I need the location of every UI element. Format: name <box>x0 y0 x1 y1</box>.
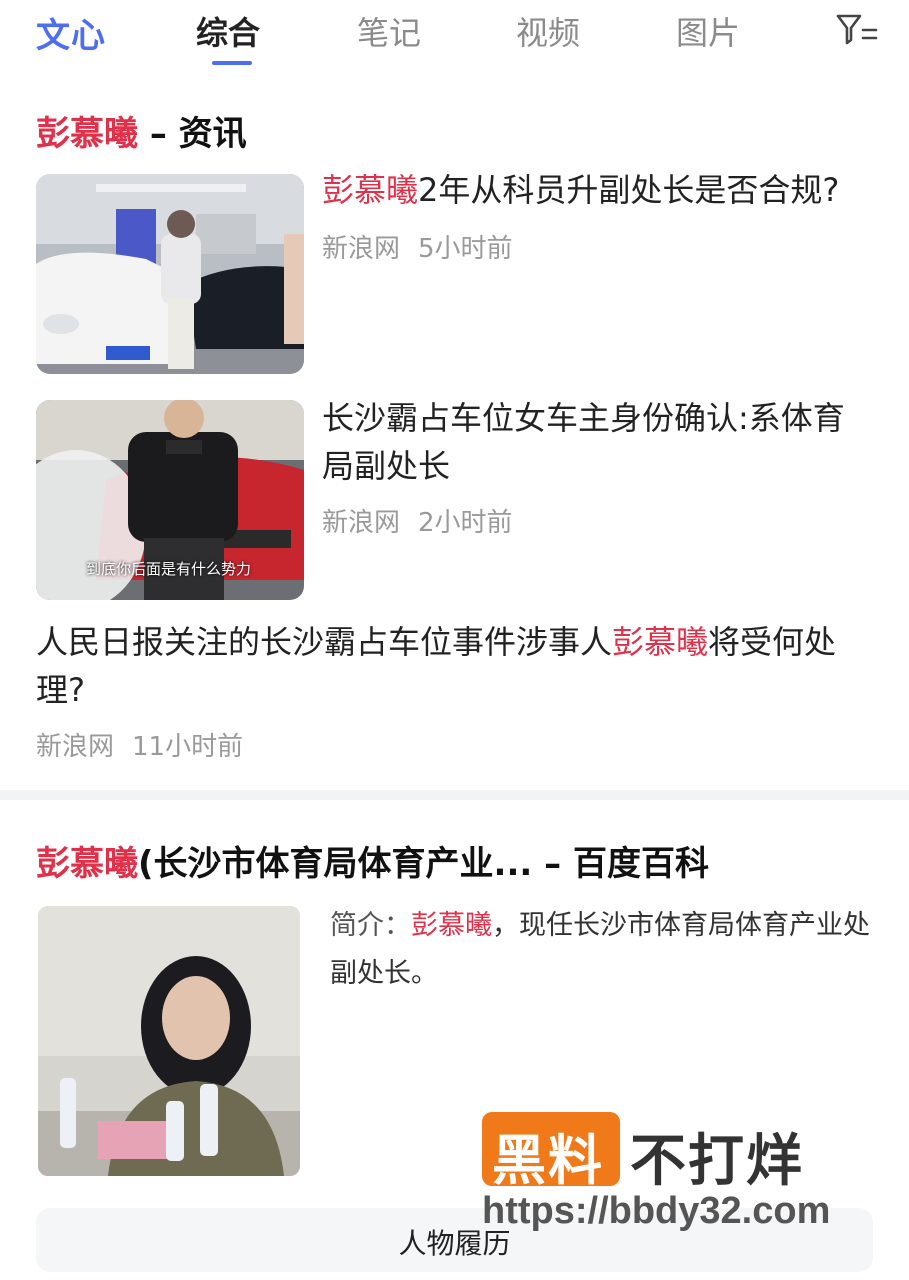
title-rest: (长沙市体育局体育产业... – 百度百科 <box>138 844 709 884</box>
section-divider <box>0 790 909 800</box>
active-tab-indicator <box>212 61 252 65</box>
parking-garage-photo <box>36 174 304 374</box>
news-meta-2: 新浪网 2小时前 <box>322 502 513 539</box>
title-highlight: 彭慕曦 <box>612 623 709 661</box>
news-source: 新浪网 <box>322 234 401 264</box>
watermark-logo: 黑料 不打烊 <box>482 1112 882 1194</box>
title-rest: 2年从科员升副处长是否合规? <box>418 171 840 209</box>
tab-video[interactable]: 视频 <box>516 8 580 54</box>
tab-images[interactable]: 图片 <box>676 8 740 54</box>
news-source: 新浪网 <box>322 508 401 538</box>
watermark-text: 不打烊 <box>630 1129 804 1194</box>
wenxin-logo[interactable]: 文心 <box>36 8 106 57</box>
title-rest: – 资讯 <box>138 114 247 154</box>
watermark-badge-text: 黑料 <box>492 1129 604 1192</box>
title-highlight: 彭慕曦 <box>36 114 138 154</box>
profile-photo[interactable] <box>38 906 300 1176</box>
title-highlight: 彭慕曦 <box>322 171 419 209</box>
video-caption: 到底你后面是有什么势力 <box>86 560 252 578</box>
person-photo <box>38 906 300 1176</box>
summary-highlight: 彭慕曦 <box>411 910 492 941</box>
watermark-badge: 黑料 <box>482 1112 620 1192</box>
news-thumbnail-1[interactable] <box>36 174 304 374</box>
news-title-2[interactable]: 长沙霸占车位女车主身份确认:系体育局副处长 <box>322 394 867 490</box>
baike-summary: 简介：彭慕曦，现任长沙市体育局体育产业处副处长。 <box>330 902 875 998</box>
news-source: 新浪网 <box>36 732 115 762</box>
tab-general[interactable]: 综合 <box>196 8 260 54</box>
filter-icon[interactable] <box>834 12 878 46</box>
news-section-title[interactable]: 彭慕曦 – 资讯 <box>36 106 247 155</box>
news-meta-1: 新浪网 5小时前 <box>322 228 513 265</box>
watermark-url: https://bbdy32.com <box>482 1190 831 1232</box>
news-thumbnail-2[interactable]: 到底你后面是有什么势力 <box>36 400 304 600</box>
news-time: 2小时前 <box>418 508 513 538</box>
top-tab-bar: 文心 综合 笔记 视频 图片 <box>0 0 909 70</box>
news-time: 11小时前 <box>132 732 244 762</box>
summary-label: 简介： <box>330 910 411 941</box>
news-title-1[interactable]: 彭慕曦2年从科员升副处长是否合规? <box>322 166 882 214</box>
title-highlight: 彭慕曦 <box>36 844 138 884</box>
tab-notes[interactable]: 笔记 <box>357 8 421 54</box>
baike-section-title[interactable]: 彭慕曦(长沙市体育局体育产业... – 百度百科 <box>36 836 709 885</box>
news-time: 5小时前 <box>418 234 513 264</box>
news-title-3[interactable]: 人民日报关注的长沙霸占车位事件涉事人彭慕曦将受何处理? <box>36 618 876 714</box>
title-part: 人民日报关注的长沙霸占车位事件涉事人 <box>36 623 613 661</box>
news-meta-3: 新浪网 11小时前 <box>36 726 243 763</box>
